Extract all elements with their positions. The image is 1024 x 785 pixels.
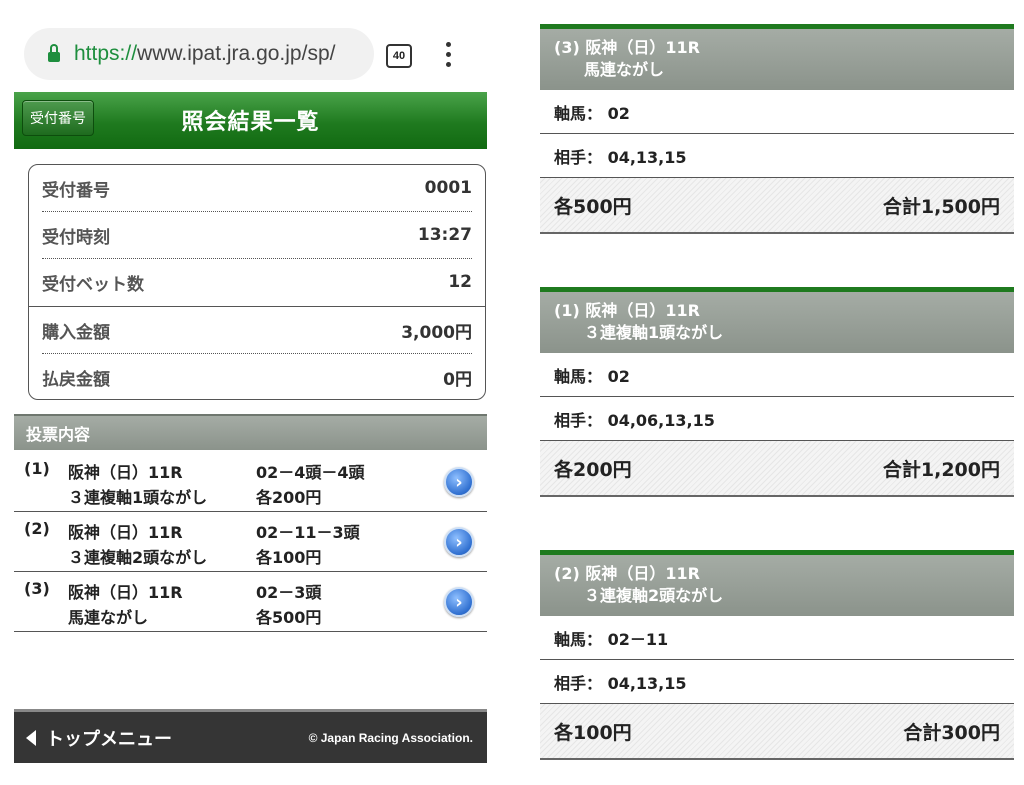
triangle-left-icon [26,729,36,746]
bet-number: (2) [24,519,50,538]
unit-amount: 各100円 [554,721,632,744]
chevron-right-icon[interactable]: › [444,587,474,617]
bets-section-title: 投票内容 [14,414,487,450]
bet-detail-subtitle: ３連複軸1頭ながし [584,323,724,342]
bet-detail-header: (1) 阪神（日）11R ３連複軸1頭ながし [540,287,1014,353]
partner-row: 相手： 04,06,13,15 [540,397,1014,441]
info-value: 12 [448,272,472,292]
bet-unit-amount: 各200円 [256,488,322,507]
bet-list-item[interactable]: (3) 阪神（日）11R 馬連ながし 02－3頭 各500円 › [14,571,487,632]
chevron-right-icon[interactable]: › [444,467,474,497]
info-row-receipt-time: 受付時刻 13:27 [42,212,472,258]
more-menu-icon[interactable] [446,42,452,68]
bet-detail-header: (2) 阪神（日）11R ３連複軸2頭ながし [540,550,1014,616]
info-row-bet-count: 受付ベット数 12 [42,259,472,305]
chevron-right-icon[interactable]: › [444,527,474,557]
axis-horse-row: 軸馬： 02 [540,353,1014,397]
url-text: www.ipat.jra.go.jp/sp/ [137,42,336,65]
info-value: 0001 [424,178,472,198]
footer-bar: トップメニュー © Japan Racing Association. [14,709,487,763]
bet-combination: 02－11－3頭 [256,523,360,542]
lock-icon [48,44,60,62]
right-panel: (3) 阪神（日）11R 馬連ながし 軸馬： 02 相手： 04,13,15 各… [540,0,1014,785]
url-bar[interactable]: https:// www.ipat.jra.go.jp/sp/ [24,28,374,80]
bet-race: 阪神（日）11R [68,523,183,542]
bet-race: 阪神（日）11R [68,583,183,602]
bet-race: 阪神（日）11R [68,463,183,482]
total-row: 各100円 合計300円 [540,704,1014,760]
bet-type: ３連複軸2頭ながし [68,548,208,567]
info-label: 受付時刻 [42,227,110,248]
info-row-receipt-number: 受付番号 0001 [42,165,472,211]
bet-type: ３連複軸1頭ながし [68,488,208,507]
info-label: 受付ベット数 [42,274,144,295]
bet-detail-header: (3) 阪神（日）11R 馬連ながし [540,24,1014,90]
total-row: 各500円 合計1,500円 [540,178,1014,234]
bet-detail-title: (1) 阪神（日）11R [554,301,700,320]
unit-amount: 各500円 [554,195,632,218]
info-label: 受付番号 [42,180,110,201]
page-header: 受付番号 照会結果一覧 [14,92,487,149]
axis-horse-row: 軸馬： 02 [540,90,1014,134]
info-box: 受付番号 0001 受付時刻 13:27 受付ベット数 12 購入金額 3,00… [28,164,486,400]
total-amount: 合計1,200円 [882,458,1000,481]
bet-list-item[interactable]: (1) 阪神（日）11R ３連複軸1頭ながし 02－4頭－4頭 各200円 › [14,451,487,512]
info-label: 購入金額 [42,322,110,343]
bet-list-item[interactable]: (2) 阪神（日）11R ３連複軸2頭ながし 02－11－3頭 各100円 › [14,511,487,572]
total-amount: 合計1,500円 [882,195,1000,218]
top-menu-link[interactable]: トップメニュー [26,725,172,751]
left-panel: https:// www.ipat.jra.go.jp/sp/ 40 受付番号 … [14,0,487,785]
info-label: 払戻金額 [42,369,110,390]
url-scheme: https:// [74,42,138,65]
copyright-text: © Japan Racing Association. [308,730,473,745]
bet-combination: 02－4頭－4頭 [256,463,365,482]
bet-type: 馬連ながし [68,608,149,627]
bet-detail-title: (3) 阪神（日）11R [554,38,700,57]
bet-detail-subtitle: 馬連ながし [584,60,665,79]
bet-unit-amount: 各100円 [256,548,322,567]
bet-unit-amount: 各500円 [256,608,322,627]
info-value: 3,000円 [401,322,472,343]
tab-count-button[interactable]: 40 [386,44,412,68]
info-value: 13:27 [417,225,472,245]
info-row-purchase-amount: 購入金額 3,000円 [42,307,472,353]
top-menu-label: トップメニュー [46,728,172,750]
info-value: 0円 [443,369,472,390]
partner-row: 相手： 04,13,15 [540,134,1014,178]
bet-combination: 02－3頭 [256,583,322,602]
bet-detail-title: (2) 阪神（日）11R [554,564,700,583]
total-amount: 合計300円 [903,721,1000,744]
total-row: 各200円 合計1,200円 [540,441,1014,497]
partner-row: 相手： 04,13,15 [540,660,1014,704]
axis-horse-row: 軸馬： 02－11 [540,616,1014,660]
page-title: 照会結果一覧 [181,110,320,135]
bet-number: (1) [24,459,50,478]
bet-number: (3) [24,579,50,598]
bet-detail-subtitle: ３連複軸2頭ながし [584,586,724,605]
info-row-payout-amount: 払戻金額 0円 [42,354,472,400]
unit-amount: 各200円 [554,458,632,481]
